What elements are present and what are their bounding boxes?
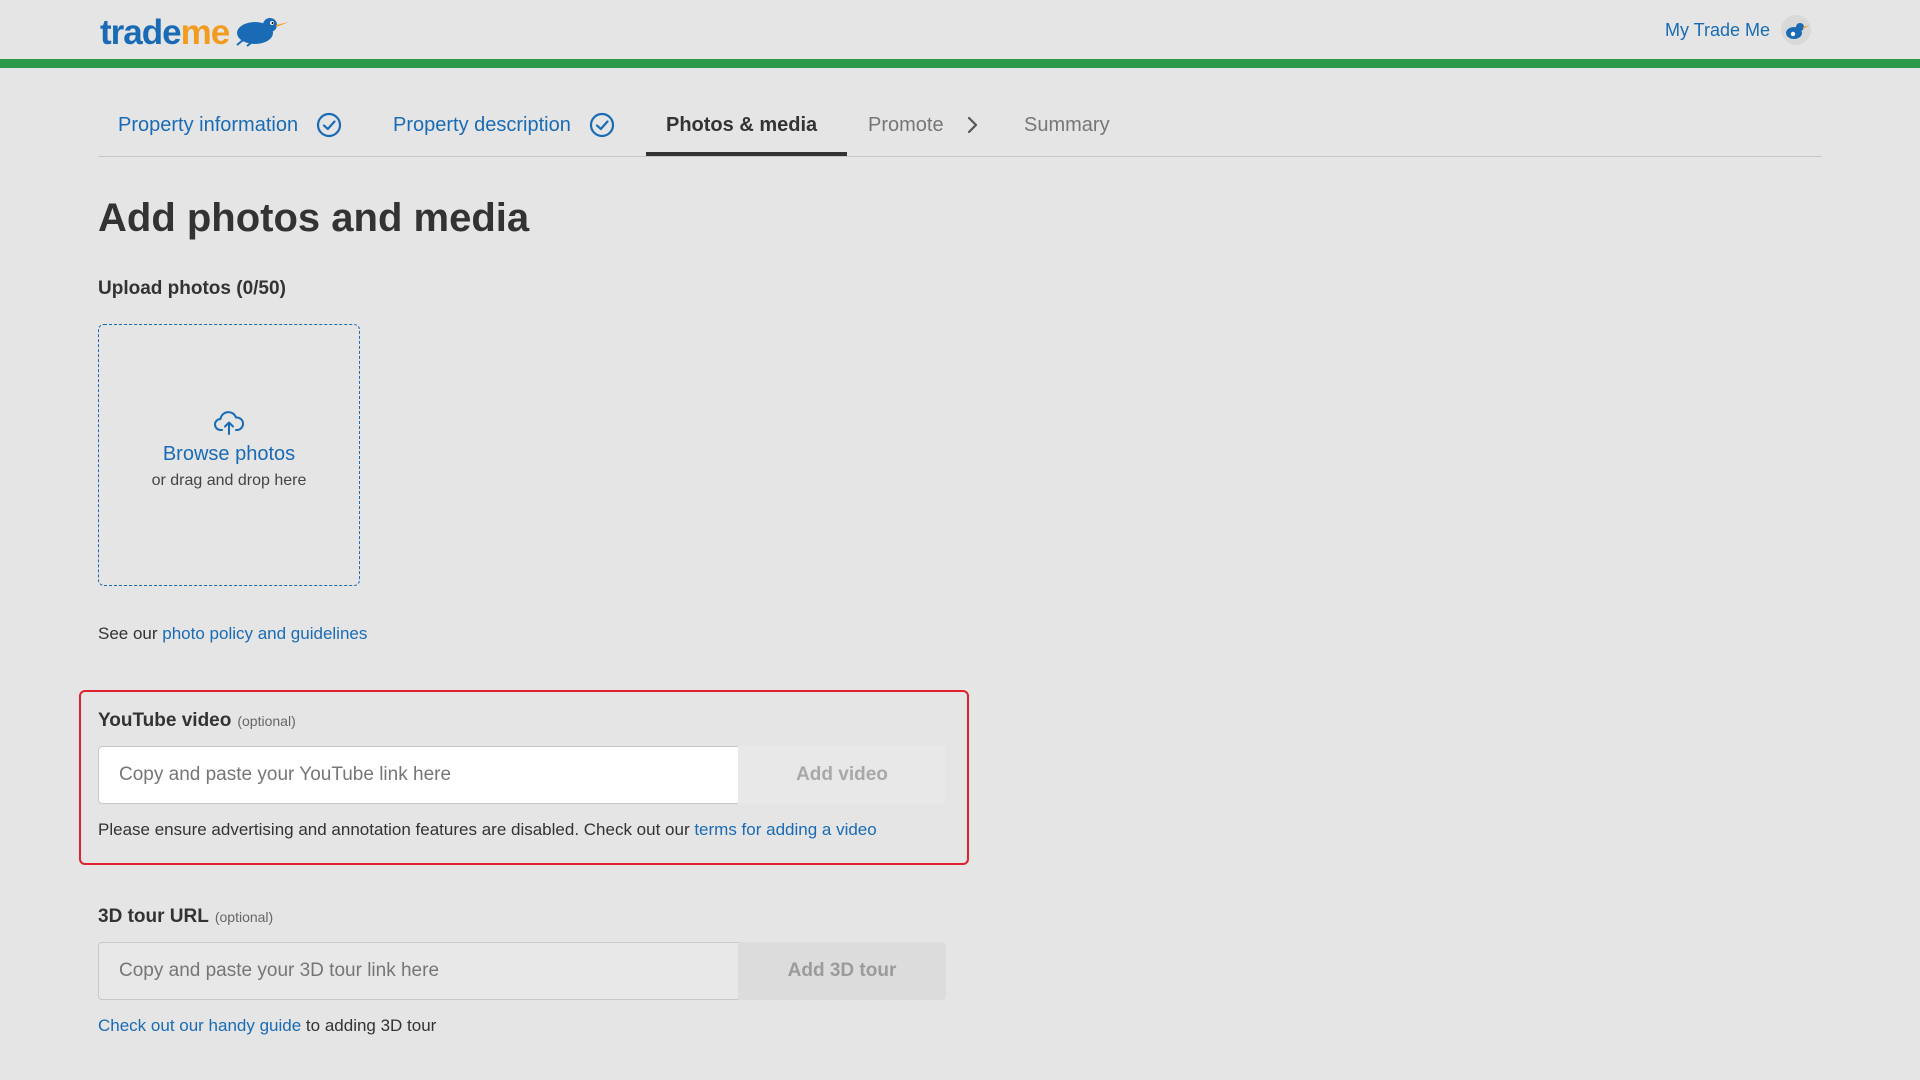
active-step-underline (646, 152, 847, 156)
optional-tag: (optional) (237, 713, 296, 729)
tour-link-input[interactable] (98, 942, 738, 1000)
youtube-video-label: YouTube video (optional) (98, 710, 296, 731)
tour-url-label: 3D tour URL (optional) (98, 906, 274, 927)
browse-photos-link[interactable]: Browse photos (99, 443, 359, 466)
step-photos-media[interactable]: Photos & media (666, 94, 817, 156)
youtube-link-input[interactable] (98, 746, 738, 804)
my-trade-me-label: My Trade Me (1664, 19, 1770, 40)
page-title: Add photos and media (98, 196, 530, 240)
check-circle-icon (589, 112, 614, 138)
optional-tag: (optional) (214, 909, 274, 925)
youtube-help-text: Please ensure advertising and annotation… (98, 820, 877, 839)
step-promote[interactable]: Promote (868, 94, 980, 156)
step-label: Summary (1024, 113, 1110, 136)
step-summary[interactable]: Summary (1024, 94, 1110, 156)
add-video-button[interactable]: Add video (738, 746, 946, 804)
check-circle-icon (316, 112, 342, 138)
logo-trade-text: trade (100, 12, 182, 52)
step-label: Property information (118, 113, 299, 136)
trademe-logo[interactable]: trademe (100, 10, 291, 54)
handy-guide-link[interactable]: Check out our handy guide (98, 1016, 301, 1035)
photo-dropzone[interactable]: Browse photos or drag and drop here (98, 324, 360, 586)
listing-steps-nav: Property information Property descriptio… (98, 94, 1822, 157)
video-terms-link[interactable]: terms for adding a video (694, 820, 876, 839)
step-label: Promote (868, 113, 944, 136)
photo-policy-text: See our photo policy and guidelines (98, 624, 368, 643)
add-3d-tour-button[interactable]: Add 3D tour (738, 942, 946, 1000)
tour-help-text: Check out our handy guide to adding 3D t… (98, 1016, 437, 1035)
my-trade-me-menu[interactable]: My Trade Me (1665, 14, 1812, 46)
step-property-information[interactable]: Property information (118, 94, 342, 156)
step-property-description[interactable]: Property description (393, 94, 615, 156)
photo-policy-link[interactable]: photo policy and guidelines (162, 624, 367, 643)
avatar-kiwi-icon (1781, 15, 1811, 45)
site-header: trademe My Trade Me (0, 0, 1920, 59)
kiwi-icon (236, 18, 290, 47)
header-accent-bar (0, 59, 1920, 68)
step-label: Property description (393, 113, 571, 136)
drag-drop-hint: or drag and drop here (151, 472, 307, 489)
upload-photos-label: Upload photos (0/50) (98, 278, 286, 299)
cloud-upload-icon (214, 411, 244, 435)
logo-me-text: me (180, 12, 231, 52)
step-label: Photos & media (666, 113, 818, 136)
chevron-right-icon (967, 116, 977, 134)
